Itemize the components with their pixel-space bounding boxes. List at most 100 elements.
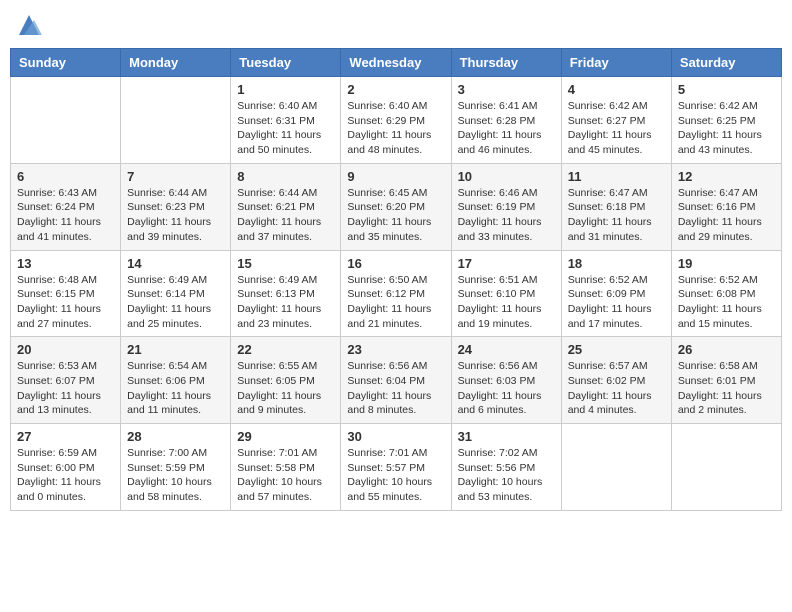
calendar-week-row: 6 Sunrise: 6:43 AM Sunset: 6:24 PM Daylig…	[11, 163, 782, 250]
day-info: Sunrise: 6:40 AM Sunset: 6:31 PM Dayligh…	[237, 99, 334, 158]
calendar-cell: 31 Sunrise: 7:02 AM Sunset: 5:56 PM Dayli…	[451, 424, 561, 511]
day-of-week-header: Saturday	[671, 49, 781, 77]
logo	[10, 10, 44, 40]
day-info: Sunrise: 6:42 AM Sunset: 6:25 PM Dayligh…	[678, 99, 775, 158]
calendar-cell: 18 Sunrise: 6:52 AM Sunset: 6:09 PM Dayli…	[561, 250, 671, 337]
day-info: Sunrise: 6:58 AM Sunset: 6:01 PM Dayligh…	[678, 359, 775, 418]
day-number: 21	[127, 342, 224, 357]
day-number: 12	[678, 169, 775, 184]
day-info: Sunrise: 6:51 AM Sunset: 6:10 PM Dayligh…	[458, 273, 555, 332]
calendar-cell: 12 Sunrise: 6:47 AM Sunset: 6:16 PM Dayli…	[671, 163, 781, 250]
calendar-cell: 24Sunrise: 6:56 AM Sunset: 6:03 PM Dayli…	[451, 337, 561, 424]
day-of-week-header: Sunday	[11, 49, 121, 77]
day-number: 1	[237, 82, 334, 97]
day-info: Sunrise: 6:49 AM Sunset: 6:14 PM Dayligh…	[127, 273, 224, 332]
day-info: Sunrise: 6:47 AM Sunset: 6:18 PM Dayligh…	[568, 186, 665, 245]
day-info: Sunrise: 6:59 AM Sunset: 6:00 PM Dayligh…	[17, 446, 114, 505]
day-info: Sunrise: 6:52 AM Sunset: 6:09 PM Dayligh…	[568, 273, 665, 332]
calendar-cell: 10 Sunrise: 6:46 AM Sunset: 6:19 PM Dayli…	[451, 163, 561, 250]
day-info: Sunrise: 6:46 AM Sunset: 6:19 PM Dayligh…	[458, 186, 555, 245]
calendar-week-row: 1 Sunrise: 6:40 AM Sunset: 6:31 PM Daylig…	[11, 77, 782, 164]
day-of-week-header: Thursday	[451, 49, 561, 77]
day-number: 10	[458, 169, 555, 184]
day-info: Sunrise: 7:01 AM Sunset: 5:58 PM Dayligh…	[237, 446, 334, 505]
calendar-week-row: 20Sunrise: 6:53 AM Sunset: 6:07 PM Dayli…	[11, 337, 782, 424]
day-info: Sunrise: 6:48 AM Sunset: 6:15 PM Dayligh…	[17, 273, 114, 332]
day-info: Sunrise: 6:40 AM Sunset: 6:29 PM Dayligh…	[347, 99, 444, 158]
day-info: Sunrise: 6:47 AM Sunset: 6:16 PM Dayligh…	[678, 186, 775, 245]
day-info: Sunrise: 6:50 AM Sunset: 6:12 PM Dayligh…	[347, 273, 444, 332]
day-number: 19	[678, 256, 775, 271]
day-info: Sunrise: 6:53 AM Sunset: 6:07 PM Dayligh…	[17, 359, 114, 418]
day-info: Sunrise: 6:52 AM Sunset: 6:08 PM Dayligh…	[678, 273, 775, 332]
calendar-cell: 22 Sunrise: 6:55 AM Sunset: 6:05 PM Dayli…	[231, 337, 341, 424]
calendar-cell: 15 Sunrise: 6:49 AM Sunset: 6:13 PM Dayli…	[231, 250, 341, 337]
day-number: 26	[678, 342, 775, 357]
calendar-cell: 29 Sunrise: 7:01 AM Sunset: 5:58 PM Dayli…	[231, 424, 341, 511]
calendar-cell: 16 Sunrise: 6:50 AM Sunset: 6:12 PM Dayli…	[341, 250, 451, 337]
calendar-cell: 3 Sunrise: 6:41 AM Sunset: 6:28 PM Daylig…	[451, 77, 561, 164]
page-header	[10, 10, 782, 40]
day-number: 9	[347, 169, 444, 184]
day-number: 13	[17, 256, 114, 271]
day-info: Sunrise: 6:49 AM Sunset: 6:13 PM Dayligh…	[237, 273, 334, 332]
calendar-table: SundayMondayTuesdayWednesdayThursdayFrid…	[10, 48, 782, 511]
calendar-week-row: 13 Sunrise: 6:48 AM Sunset: 6:15 PM Dayli…	[11, 250, 782, 337]
day-info: Sunrise: 6:54 AM Sunset: 6:06 PM Dayligh…	[127, 359, 224, 418]
day-info: Sunrise: 6:56 AM Sunset: 6:03 PM Dayligh…	[458, 359, 555, 418]
calendar-cell: 14 Sunrise: 6:49 AM Sunset: 6:14 PM Dayli…	[121, 250, 231, 337]
calendar-cell	[561, 424, 671, 511]
calendar-cell: 9 Sunrise: 6:45 AM Sunset: 6:20 PM Daylig…	[341, 163, 451, 250]
day-number: 7	[127, 169, 224, 184]
day-info: Sunrise: 6:41 AM Sunset: 6:28 PM Dayligh…	[458, 99, 555, 158]
day-info: Sunrise: 6:44 AM Sunset: 6:21 PM Dayligh…	[237, 186, 334, 245]
day-number: 18	[568, 256, 665, 271]
day-info: Sunrise: 6:43 AM Sunset: 6:24 PM Dayligh…	[17, 186, 114, 245]
day-info: Sunrise: 6:56 AM Sunset: 6:04 PM Dayligh…	[347, 359, 444, 418]
day-of-week-header: Tuesday	[231, 49, 341, 77]
day-number: 22	[237, 342, 334, 357]
day-number: 4	[568, 82, 665, 97]
calendar-week-row: 27 Sunrise: 6:59 AM Sunset: 6:00 PM Dayli…	[11, 424, 782, 511]
calendar-cell: 27 Sunrise: 6:59 AM Sunset: 6:00 PM Dayli…	[11, 424, 121, 511]
calendar-cell: 28 Sunrise: 7:00 AM Sunset: 5:59 PM Dayli…	[121, 424, 231, 511]
calendar-cell: 7 Sunrise: 6:44 AM Sunset: 6:23 PM Daylig…	[121, 163, 231, 250]
day-number: 14	[127, 256, 224, 271]
day-number: 8	[237, 169, 334, 184]
day-of-week-header: Friday	[561, 49, 671, 77]
calendar-cell: 21 Sunrise: 6:54 AM Sunset: 6:06 PM Dayli…	[121, 337, 231, 424]
day-number: 6	[17, 169, 114, 184]
day-info: Sunrise: 6:45 AM Sunset: 6:20 PM Dayligh…	[347, 186, 444, 245]
calendar-cell: 2 Sunrise: 6:40 AM Sunset: 6:29 PM Daylig…	[341, 77, 451, 164]
calendar-cell: 23 Sunrise: 6:56 AM Sunset: 6:04 PM Dayli…	[341, 337, 451, 424]
day-number: 31	[458, 429, 555, 444]
calendar-header-row: SundayMondayTuesdayWednesdayThursdayFrid…	[11, 49, 782, 77]
calendar-cell: 6 Sunrise: 6:43 AM Sunset: 6:24 PM Daylig…	[11, 163, 121, 250]
day-number: 23	[347, 342, 444, 357]
calendar-cell: 19 Sunrise: 6:52 AM Sunset: 6:08 PM Dayli…	[671, 250, 781, 337]
day-number: 17	[458, 256, 555, 271]
day-info: Sunrise: 6:55 AM Sunset: 6:05 PM Dayligh…	[237, 359, 334, 418]
day-number: 28	[127, 429, 224, 444]
calendar-cell: 13 Sunrise: 6:48 AM Sunset: 6:15 PM Dayli…	[11, 250, 121, 337]
day-number: 29	[237, 429, 334, 444]
day-number: 11	[568, 169, 665, 184]
day-number: 2	[347, 82, 444, 97]
day-number: 16	[347, 256, 444, 271]
day-number: 5	[678, 82, 775, 97]
day-of-week-header: Wednesday	[341, 49, 451, 77]
day-info: Sunrise: 7:00 AM Sunset: 5:59 PM Dayligh…	[127, 446, 224, 505]
day-info: Sunrise: 6:44 AM Sunset: 6:23 PM Dayligh…	[127, 186, 224, 245]
day-info: Sunrise: 7:02 AM Sunset: 5:56 PM Dayligh…	[458, 446, 555, 505]
day-number: 25	[568, 342, 665, 357]
day-number: 3	[458, 82, 555, 97]
calendar-cell: 5 Sunrise: 6:42 AM Sunset: 6:25 PM Daylig…	[671, 77, 781, 164]
calendar-cell: 1 Sunrise: 6:40 AM Sunset: 6:31 PM Daylig…	[231, 77, 341, 164]
day-of-week-header: Monday	[121, 49, 231, 77]
day-number: 27	[17, 429, 114, 444]
calendar-cell: 30Sunrise: 7:01 AM Sunset: 5:57 PM Dayli…	[341, 424, 451, 511]
day-info: Sunrise: 6:42 AM Sunset: 6:27 PM Dayligh…	[568, 99, 665, 158]
day-number: 15	[237, 256, 334, 271]
calendar-cell: 11 Sunrise: 6:47 AM Sunset: 6:18 PM Dayli…	[561, 163, 671, 250]
calendar-cell: 25Sunrise: 6:57 AM Sunset: 6:02 PM Dayli…	[561, 337, 671, 424]
